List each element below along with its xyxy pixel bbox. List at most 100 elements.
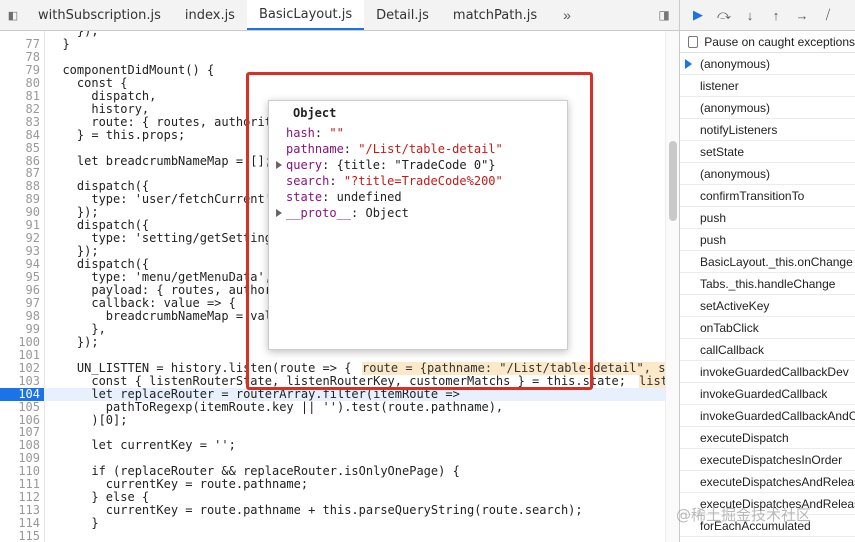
code-line[interactable]: 79 componentDidMount() { bbox=[0, 63, 679, 77]
call-frame[interactable]: push bbox=[680, 229, 855, 251]
step-icon[interactable]: → bbox=[792, 5, 812, 25]
object-preview-popover: Object hash: "" pathname: "/List/table-de… bbox=[268, 100, 568, 350]
line-number[interactable]: 98 bbox=[0, 309, 40, 323]
line-number[interactable]: 105 bbox=[0, 400, 40, 414]
call-frame-label: notifyListeners bbox=[700, 122, 778, 137]
step-into-icon[interactable]: ↓ bbox=[740, 5, 760, 25]
toggle-debugger-icon[interactable]: ◨ bbox=[649, 0, 679, 30]
inline-value-state: list bbox=[639, 373, 668, 388]
call-frame[interactable]: confirmTransitionTo bbox=[680, 185, 855, 207]
line-number[interactable]: 79 bbox=[0, 63, 40, 77]
line-number[interactable]: 104 bbox=[0, 387, 44, 401]
call-frame-label: confirmTransitionTo bbox=[700, 188, 805, 203]
call-frame[interactable]: setState bbox=[680, 141, 855, 163]
property-name: pathname bbox=[286, 142, 344, 156]
call-frame[interactable]: onTabClick bbox=[680, 317, 855, 339]
line-number[interactable]: 85 bbox=[0, 141, 40, 155]
call-frame-label: executeDispatchesInOrder bbox=[700, 452, 843, 467]
line-number[interactable]: 102 bbox=[0, 361, 40, 375]
line-number[interactable]: 101 bbox=[0, 348, 40, 362]
toggle-navigator-icon[interactable]: ◧ bbox=[0, 0, 26, 30]
code-line[interactable]: 103 const { listenRouterState, listenRou… bbox=[0, 373, 679, 388]
call-frame[interactable]: executeDispatchesInOrder bbox=[680, 449, 855, 471]
call-frame[interactable]: setActiveKey bbox=[680, 295, 855, 317]
line-number[interactable]: 81 bbox=[0, 89, 40, 103]
code-line[interactable]: 77 } bbox=[0, 36, 679, 51]
expand-triangle-icon[interactable] bbox=[276, 209, 282, 217]
call-frame-label: onTabClick bbox=[700, 320, 759, 335]
property-row[interactable]: query: {title: "TradeCode 0"} bbox=[286, 157, 496, 173]
code-line[interactable]: 102 UN_LISTTEN = history.listen(route =>… bbox=[0, 360, 679, 375]
line-code: } bbox=[48, 36, 70, 51]
line-number[interactable]: 80 bbox=[0, 76, 40, 90]
line-number[interactable]: 83 bbox=[0, 115, 40, 129]
expand-triangle-icon[interactable] bbox=[276, 161, 282, 169]
property-row[interactable]: __proto__: Object bbox=[286, 205, 409, 221]
tab-2[interactable]: BasicLayout.js bbox=[246, 0, 365, 30]
code-line[interactable]: 114 } bbox=[0, 517, 679, 530]
step-over-icon[interactable]: ⤼ bbox=[714, 5, 734, 25]
line-number[interactable]: 82 bbox=[0, 102, 40, 116]
tab-4[interactable]: matchPath.js bbox=[441, 0, 549, 30]
call-frame[interactable]: BasicLayout._this.onChange bbox=[680, 251, 855, 273]
code-line[interactable]: 115 bbox=[0, 530, 679, 542]
line-number[interactable]: 97 bbox=[0, 296, 40, 310]
property-name: hash bbox=[286, 126, 315, 140]
line-code: let currentKey = ''; bbox=[48, 438, 236, 453]
code-line[interactable]: 80 const { bbox=[0, 76, 679, 90]
call-frame-label: push bbox=[700, 210, 727, 225]
code-line[interactable]: }); bbox=[0, 31, 679, 38]
watermark: @稀土掘金技术社区 bbox=[676, 506, 812, 524]
tab-label: withSubscription.js bbox=[38, 7, 161, 23]
resume-icon[interactable]: ▶︎ bbox=[688, 5, 708, 25]
line-number[interactable]: 78 bbox=[0, 50, 40, 64]
line-number[interactable]: 100 bbox=[0, 335, 40, 349]
pause-on-caught-checkbox[interactable] bbox=[688, 35, 699, 48]
property-value: undefined bbox=[336, 190, 402, 204]
line-number[interactable]: 115 bbox=[0, 530, 40, 542]
deactivate-breakpoints-icon[interactable]: ⧸ bbox=[818, 5, 838, 25]
call-frame-label: (anonymous) bbox=[700, 166, 771, 181]
tab-3[interactable]: Detail.js bbox=[364, 0, 441, 30]
call-frame[interactable]: listener bbox=[680, 75, 855, 97]
tab-0[interactable]: withSubscription.js bbox=[26, 0, 173, 30]
pause-on-caught-label: Pause on caught exceptions bbox=[704, 34, 855, 49]
line-code: const { listenRouterState, listenRouterK… bbox=[48, 373, 626, 388]
line-code: UN_LISTTEN = history.listen(route => { bbox=[48, 360, 352, 375]
code-line[interactable]: 113 currentKey = route.pathname + this.p… bbox=[0, 504, 679, 517]
code-line[interactable]: 78 bbox=[0, 50, 679, 64]
more-tabs-button[interactable]: » bbox=[549, 0, 585, 30]
call-frame-label: invokeGuardedCallbackAndCatchFirstError bbox=[700, 408, 855, 423]
line-number[interactable]: 103 bbox=[0, 374, 40, 388]
call-frame[interactable]: notifyListeners bbox=[680, 119, 855, 141]
current-execution-line[interactable]: 104 let replaceRouter = routerArray.filt… bbox=[0, 387, 679, 401]
code-line[interactable]: 108 let currentKey = ''; bbox=[0, 439, 679, 452]
line-code: route: { routes, authority }, bbox=[48, 114, 301, 129]
call-frame[interactable]: invokeGuardedCallbackAndCatchFirstError bbox=[680, 405, 855, 427]
call-frame[interactable]: Tabs._this.handleChange bbox=[680, 273, 855, 295]
step-out-icon[interactable]: ↑ bbox=[766, 5, 786, 25]
line-number[interactable]: 99 bbox=[0, 322, 40, 336]
call-frame[interactable]: (anonymous) bbox=[680, 97, 855, 119]
tab-label: matchPath.js bbox=[452, 7, 538, 23]
code-line[interactable]: 105 pathToRegexp(itemRoute.key || '').te… bbox=[0, 400, 679, 414]
editor-scrollbar[interactable] bbox=[665, 31, 679, 542]
call-frame[interactable]: executeDispatch bbox=[680, 427, 855, 449]
call-frame[interactable]: (anonymous) bbox=[680, 163, 855, 185]
property-row: search: "?title=TradeCode%200" bbox=[286, 174, 503, 188]
line-number[interactable]: 84 bbox=[0, 128, 40, 142]
scrollbar-thumb[interactable] bbox=[669, 141, 677, 221]
line-code: }); bbox=[48, 334, 99, 349]
line-number[interactable]: 77 bbox=[0, 37, 40, 51]
code-line[interactable]: 106 )[0]; bbox=[0, 413, 679, 427]
code-line[interactable]: 101 bbox=[0, 348, 679, 362]
call-frame[interactable]: callCallback bbox=[680, 339, 855, 361]
call-frame[interactable]: executeDispatchesAndRelease bbox=[680, 471, 855, 493]
line-code: let breadcrumbNameMap = []; bbox=[48, 153, 272, 168]
call-frame[interactable]: invokeGuardedCallback bbox=[680, 383, 855, 405]
tab-1[interactable]: index.js bbox=[173, 0, 247, 30]
call-frame[interactable]: invokeGuardedCallbackDev bbox=[680, 361, 855, 383]
call-frame[interactable]: push bbox=[680, 207, 855, 229]
pause-on-caught-row[interactable]: Pause on caught exceptions bbox=[680, 31, 855, 53]
call-frame[interactable]: (anonymous) bbox=[680, 53, 855, 75]
